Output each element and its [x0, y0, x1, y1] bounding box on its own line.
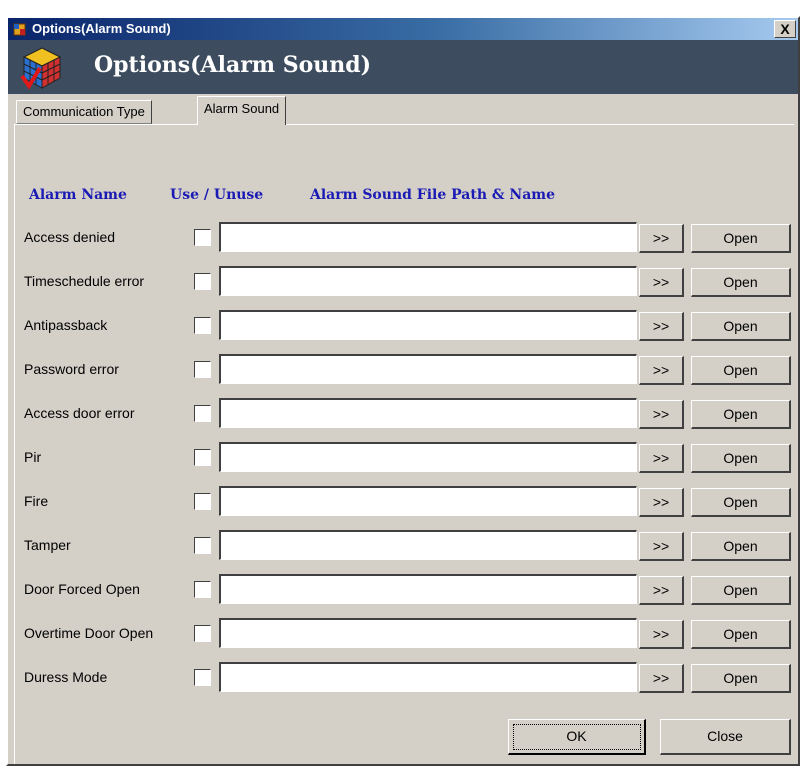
open-button[interactable]: Open — [691, 620, 791, 649]
sound-file-path-input[interactable] — [219, 266, 637, 296]
sound-file-path-input[interactable] — [219, 310, 637, 340]
close-window-button[interactable]: X — [774, 20, 796, 38]
sound-file-path-input[interactable] — [219, 442, 637, 472]
alarm-row-overtime-door-open: Overtime Door Open >> Open — [15, 617, 794, 661]
browse-button[interactable]: >> — [639, 488, 684, 517]
alarm-row-duress-mode: Duress Mode >> Open — [15, 661, 794, 705]
title-bar[interactable]: Options(Alarm Sound) X — [8, 18, 798, 40]
window-title: Options(Alarm Sound) — [32, 21, 171, 36]
use-checkbox[interactable] — [194, 317, 211, 334]
alarm-row-antipassback: Antipassback >> Open — [15, 309, 794, 353]
open-button[interactable]: Open — [691, 400, 791, 429]
sound-file-path-input[interactable] — [219, 662, 637, 692]
tab-strip: Communication Type Alarm Sound — [8, 94, 798, 125]
close-button[interactable]: Close — [660, 719, 791, 755]
use-checkbox[interactable] — [194, 581, 211, 598]
sound-file-path-input[interactable] — [219, 354, 637, 384]
open-button[interactable]: Open — [691, 576, 791, 605]
use-checkbox[interactable] — [194, 537, 211, 554]
alarm-name: Overtime Door Open — [24, 625, 154, 641]
alarm-row-pir: Pir >> Open — [15, 441, 794, 485]
browse-button[interactable]: >> — [639, 356, 684, 385]
alarm-name: Timeschedule error — [24, 273, 145, 289]
rubiks-cube-check-icon — [20, 47, 62, 90]
browse-button[interactable]: >> — [639, 224, 684, 253]
browse-button[interactable]: >> — [639, 532, 684, 561]
sound-file-path-input[interactable] — [219, 574, 637, 604]
alarm-name: Fire — [24, 493, 49, 509]
use-checkbox[interactable] — [194, 405, 211, 422]
column-header-use-unuse: Use / Unuse — [170, 187, 264, 203]
alarm-row-fire: Fire >> Open — [15, 485, 794, 529]
use-checkbox[interactable] — [194, 229, 211, 246]
alarm-name: Access door error — [24, 405, 135, 421]
tab-alarm-sound[interactable]: Alarm Sound — [197, 96, 287, 125]
alarm-name: Access denied — [24, 229, 116, 245]
use-checkbox[interactable] — [194, 273, 211, 290]
browse-button[interactable]: >> — [639, 444, 684, 473]
open-button[interactable]: Open — [691, 488, 791, 517]
open-button[interactable]: Open — [691, 664, 791, 693]
browse-button[interactable]: >> — [639, 620, 684, 649]
browse-button[interactable]: >> — [639, 664, 684, 693]
browse-button[interactable]: >> — [639, 576, 684, 605]
browse-button[interactable]: >> — [639, 268, 684, 297]
use-checkbox[interactable] — [194, 493, 211, 510]
sound-file-path-input[interactable] — [219, 486, 637, 516]
sound-file-path-input[interactable] — [219, 618, 637, 648]
use-checkbox[interactable] — [194, 625, 211, 642]
sound-file-path-input[interactable] — [219, 398, 637, 428]
alarm-name: Door Forced Open — [24, 581, 140, 597]
column-headers: Alarm Name Use / Unuse Alarm Sound File … — [15, 187, 794, 207]
alarm-name: Antipassback — [24, 317, 108, 333]
browse-button[interactable]: >> — [639, 312, 684, 341]
alarm-name: Duress Mode — [24, 669, 108, 685]
alarm-row-access-door-error: Access door error >> Open — [15, 397, 794, 441]
open-button[interactable]: Open — [691, 532, 791, 561]
alarm-row-door-forced-open: Door Forced Open >> Open — [15, 573, 794, 617]
column-header-file-path: Alarm Sound File Path & Name — [310, 187, 555, 203]
alarm-name: Password error — [24, 361, 119, 377]
alarm-row-tamper: Tamper >> Open — [15, 529, 794, 573]
open-button[interactable]: Open — [691, 356, 791, 385]
browse-button[interactable]: >> — [639, 400, 684, 429]
options-dialog: Options(Alarm Sound) X Options(Alarm Sou… — [6, 16, 800, 766]
open-button[interactable]: Open — [691, 224, 791, 253]
alarm-row-access-denied: Access denied >> Open — [15, 221, 794, 265]
sound-file-path-input[interactable] — [219, 530, 637, 560]
tab-communication-type[interactable]: Communication Type — [16, 100, 152, 124]
alarm-name: Pir — [24, 449, 42, 465]
app-icon — [13, 23, 26, 36]
sound-file-path-input[interactable] — [219, 222, 637, 252]
alarm-row-timeschedule-error: Timeschedule error >> Open — [15, 265, 794, 309]
use-checkbox[interactable] — [194, 361, 211, 378]
alarm-name: Tamper — [24, 537, 71, 553]
open-button[interactable]: Open — [691, 268, 791, 297]
alarm-row-password-error: Password error >> Open — [15, 353, 794, 397]
alarm-rows: Access denied >> Open Timeschedule error… — [15, 221, 794, 705]
alarm-sound-panel: Alarm Name Use / Unuse Alarm Sound File … — [14, 124, 794, 764]
open-button[interactable]: Open — [691, 312, 791, 341]
column-header-alarm-name: Alarm Name — [29, 187, 127, 203]
dialog-header: Options(Alarm Sound) — [8, 40, 798, 94]
ok-button[interactable]: OK — [508, 719, 646, 755]
use-checkbox[interactable] — [194, 449, 211, 466]
open-button[interactable]: Open — [691, 444, 791, 473]
header-title: Options(Alarm Sound) — [94, 52, 372, 78]
use-checkbox[interactable] — [194, 669, 211, 686]
